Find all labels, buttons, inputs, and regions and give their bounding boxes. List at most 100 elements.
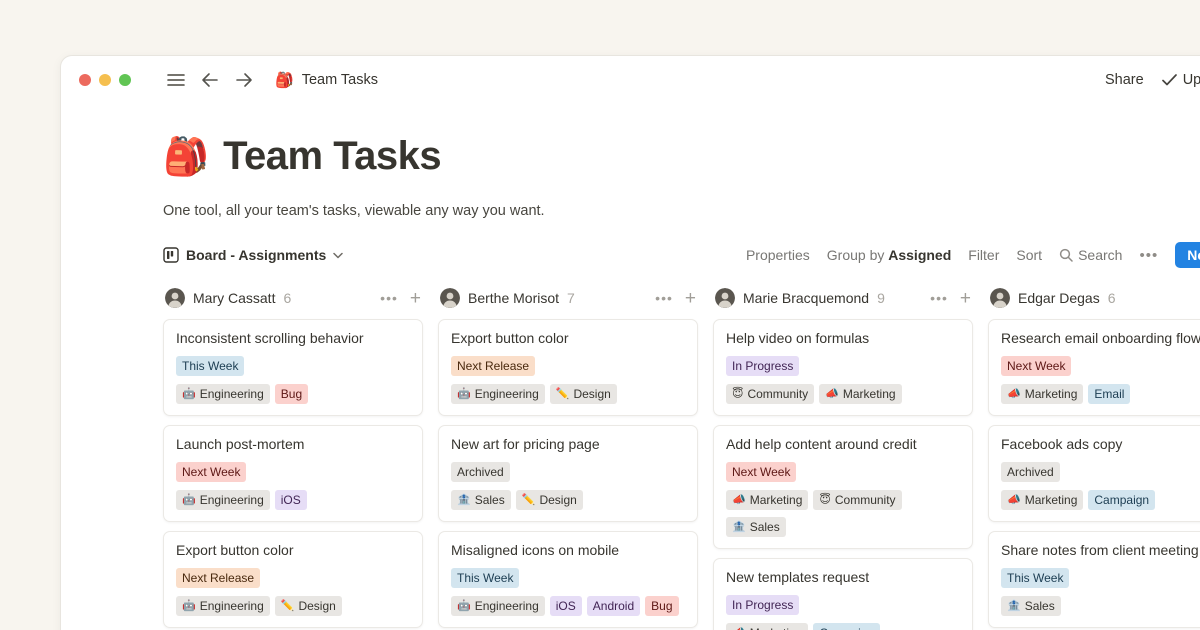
group-by-button[interactable]: Group by Assigned: [827, 247, 952, 263]
breadcrumb-page-title[interactable]: Team Tasks: [302, 72, 378, 88]
task-card[interactable]: Export button colorNext Release🤖Engineer…: [438, 319, 698, 416]
tag-pill-next-week[interactable]: Next Week: [1001, 356, 1071, 376]
close-window-button[interactable]: [79, 74, 91, 86]
tag-pill-marketing[interactable]: 📣Marketing: [1001, 384, 1083, 404]
status-row: This Week: [1001, 568, 1200, 588]
task-card[interactable]: Inconsistent scrolling behaviorThis Week…: [163, 319, 423, 416]
column-header: Berthe Morisot7•••+: [438, 285, 698, 311]
tag-pill-ios[interactable]: iOS: [550, 596, 582, 616]
tag-pill-design[interactable]: ✏️Design: [516, 490, 583, 510]
task-card-title: Share notes from client meeting: [1001, 541, 1200, 560]
tag-pill-android[interactable]: Android: [587, 596, 640, 616]
marketing-emoji-icon: 📣: [825, 384, 839, 404]
tag-pill-engineering[interactable]: 🤖Engineering: [176, 384, 270, 404]
tag-pill-sales[interactable]: 🏦Sales: [726, 517, 786, 537]
search-button[interactable]: Search: [1059, 247, 1122, 263]
filter-button[interactable]: Filter: [968, 247, 999, 263]
tag-pill-marketing[interactable]: 📣Marketing: [726, 490, 808, 510]
tag-label: iOS: [281, 490, 301, 510]
tag-pill-sales[interactable]: 🏦Sales: [1001, 596, 1061, 616]
tag-pill-next-release[interactable]: Next Release: [451, 356, 535, 376]
tag-label: This Week: [1007, 568, 1063, 588]
tag-pill-next-release[interactable]: Next Release: [176, 568, 260, 588]
column-more-button[interactable]: •••: [655, 290, 673, 306]
engineering-emoji-icon: 🤖: [182, 384, 196, 404]
tag-pill-this-week[interactable]: This Week: [1001, 568, 1069, 588]
tag-pill-campaign[interactable]: Campaign: [1088, 490, 1155, 510]
task-card[interactable]: Research email onboarding flowsNext Week…: [988, 319, 1200, 416]
task-card[interactable]: Share notes from client meeting This Week…: [988, 531, 1200, 628]
column-add-card-button[interactable]: +: [960, 289, 971, 308]
tag-pill-engineering[interactable]: 🤖Engineering: [451, 596, 545, 616]
task-card[interactable]: New templates requestIn Progress📣Marketi…: [713, 558, 973, 630]
tag-pill-ios[interactable]: iOS: [275, 490, 307, 510]
tag-pill-marketing[interactable]: 📣Marketing: [726, 623, 808, 630]
new-button[interactable]: New: [1175, 242, 1200, 268]
status-row: Next Release: [451, 356, 685, 376]
column-add-card-button[interactable]: +: [685, 289, 696, 308]
tag-pill-in-progress[interactable]: In Progress: [726, 356, 799, 376]
task-card[interactable]: Facebook ads copyArchived📣MarketingCampa…: [988, 425, 1200, 522]
tag-pill-campaign[interactable]: Campaign: [813, 623, 880, 630]
tag-pill-engineering[interactable]: 🤖Engineering: [176, 596, 270, 616]
tag-label: Android: [593, 596, 634, 616]
properties-button[interactable]: Properties: [746, 247, 810, 263]
tag-pill-email[interactable]: Email: [1088, 384, 1130, 404]
tag-pill-this-week[interactable]: This Week: [176, 356, 244, 376]
tag-pill-community[interactable]: 😇Community: [813, 490, 901, 510]
task-card[interactable]: Misaligned icons on mobileThis Week🤖Engi…: [438, 531, 698, 628]
forward-arrow-icon[interactable]: [235, 72, 253, 88]
column-actions: ••• +: [655, 289, 696, 308]
tag-pill-marketing[interactable]: 📣Marketing: [1001, 490, 1083, 510]
tag-pill-next-week[interactable]: Next Week: [726, 462, 796, 482]
sort-button[interactable]: Sort: [1016, 247, 1042, 263]
sales-emoji-icon: 🏦: [732, 517, 746, 537]
view-switcher[interactable]: Board - Assignments: [163, 247, 343, 263]
tag-pill-design[interactable]: ✏️Design: [550, 384, 617, 404]
tag-pill-bug[interactable]: Bug: [645, 596, 678, 616]
tag-pill-archived[interactable]: Archived: [1001, 462, 1060, 482]
tag-pill-archived[interactable]: Archived: [451, 462, 510, 482]
status-row: This Week: [451, 568, 685, 588]
tag-pill-next-week[interactable]: Next Week: [176, 462, 246, 482]
tag-pill-design[interactable]: ✏️Design: [275, 596, 342, 616]
zoom-window-button[interactable]: [119, 74, 131, 86]
tag-pill-in-progress[interactable]: In Progress: [726, 595, 799, 615]
sales-emoji-icon: 🏦: [457, 490, 471, 510]
tag-label: Sales: [750, 517, 780, 537]
column-add-card-button[interactable]: +: [410, 289, 421, 308]
updates-label: Updates: [1183, 72, 1200, 88]
tag-label: Sales: [475, 490, 505, 510]
tag-pill-sales[interactable]: 🏦Sales: [451, 490, 511, 510]
tag-pill-bug[interactable]: Bug: [275, 384, 308, 404]
updates-button[interactable]: Updates: [1162, 72, 1200, 88]
column-more-button[interactable]: •••: [930, 290, 948, 306]
tag-pill-community[interactable]: 😇Community: [726, 384, 814, 404]
task-card[interactable]: Launch post-mortemNext Week🤖Engineeringi…: [163, 425, 423, 522]
share-button[interactable]: Share: [1105, 72, 1144, 88]
avatar: [165, 288, 185, 308]
tag-pill-this-week[interactable]: This Week: [451, 568, 519, 588]
tag-pill-engineering[interactable]: 🤖Engineering: [176, 490, 270, 510]
group-by-label: Group by: [827, 247, 885, 263]
page-icon[interactable]: 🎒: [163, 138, 209, 175]
task-card[interactable]: New art for pricing pageArchived🏦Sales✏️…: [438, 425, 698, 522]
back-arrow-icon[interactable]: [201, 72, 219, 88]
column-more-button[interactable]: •••: [380, 290, 398, 306]
task-card-title: Help video on formulas: [726, 329, 960, 348]
toolbar-more-button[interactable]: •••: [1139, 247, 1158, 264]
group-by-value: Assigned: [888, 247, 951, 263]
tag-label: Engineering: [200, 384, 264, 404]
sidebar-menu-icon[interactable]: [167, 73, 185, 87]
tag-label: Next Release: [457, 356, 529, 376]
task-card[interactable]: Add help content around creditNext Week📣…: [713, 425, 973, 549]
task-card[interactable]: Help video on formulas In Progress 😇Commun…: [713, 319, 973, 416]
minimize-window-button[interactable]: [99, 74, 111, 86]
tags-row: 🤖EngineeringiOS Android Bug: [451, 596, 685, 616]
task-card[interactable]: Export button colorNext Release🤖Engineer…: [163, 531, 423, 628]
tag-label: Next Week: [1007, 356, 1065, 376]
sales-emoji-icon: 🏦: [1007, 596, 1021, 616]
avatar: [440, 288, 460, 308]
tag-pill-marketing[interactable]: 📣Marketing: [819, 384, 901, 404]
tag-pill-engineering[interactable]: 🤖Engineering: [451, 384, 545, 404]
